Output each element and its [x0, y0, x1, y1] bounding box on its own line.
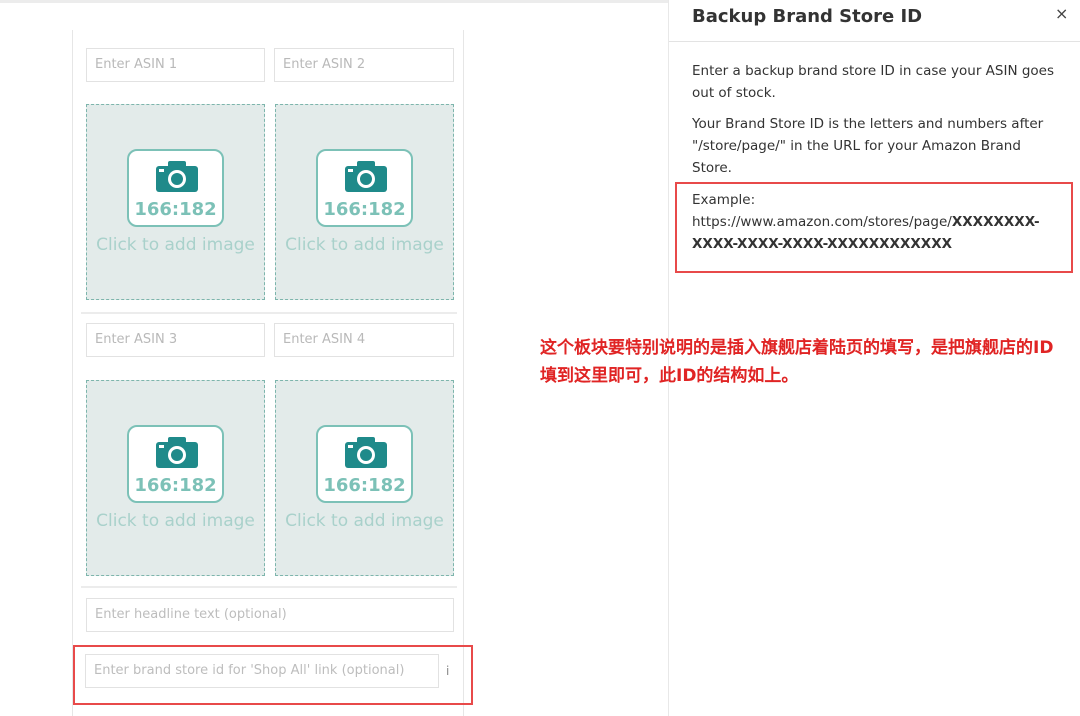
- headline-input[interactable]: Enter headline text (optional): [86, 598, 454, 632]
- panel-intro-text: Enter a backup brand store ID in case yo…: [692, 63, 1055, 101]
- asin-input-3[interactable]: Enter ASIN 3: [86, 323, 265, 357]
- asin-input-2[interactable]: Enter ASIN 2: [274, 48, 454, 82]
- add-image-label: Click to add image: [96, 511, 255, 531]
- camera-icon: [156, 437, 198, 468]
- panel-explain-text: Your Brand Store ID is the letters and n…: [692, 116, 1044, 176]
- add-image-label: Click to add image: [96, 235, 255, 255]
- product-grid-editor: Enter ASIN 1 Enter ASIN 2 166:182 Click …: [72, 30, 473, 716]
- row-divider: [81, 312, 457, 314]
- info-icon[interactable]: ⅰ: [446, 664, 449, 678]
- brand-store-id-input[interactable]: Enter brand store id for 'Shop All' link…: [85, 654, 439, 688]
- image-ratio: 166:182: [134, 475, 217, 496]
- example-url: https://www.amazon.com/stores/page/XXXXX…: [692, 211, 1062, 255]
- panel-title: Backup Brand Store ID: [692, 6, 923, 27]
- example-label: Example:: [692, 192, 756, 208]
- image-upload-tile-2[interactable]: 166:182 Click to add image: [275, 104, 454, 300]
- chinese-annotation: 这个板块要特别说明的是插入旗舰店着陆页的填写，是把旗舰店的ID填到这里即可，此I…: [540, 338, 1054, 386]
- asin-input-4[interactable]: Enter ASIN 4: [274, 323, 454, 357]
- image-upload-tile-1[interactable]: 166:182 Click to add image: [86, 104, 265, 300]
- asin-input-1[interactable]: Enter ASIN 1: [86, 48, 265, 82]
- camera-icon: [345, 437, 387, 468]
- close-icon[interactable]: ×: [1055, 4, 1068, 23]
- camera-icon: [156, 161, 198, 192]
- image-ratio: 166:182: [134, 199, 217, 220]
- image-ratio: 166:182: [323, 475, 406, 496]
- image-ratio: 166:182: [323, 199, 406, 220]
- image-placeholder: 166:182: [316, 149, 413, 227]
- image-placeholder: 166:182: [127, 149, 224, 227]
- row-divider: [81, 586, 457, 588]
- add-image-label: Click to add image: [285, 235, 444, 255]
- example-url-prefix: https://www.amazon.com/stores/page/: [692, 214, 952, 230]
- image-upload-tile-4[interactable]: 166:182 Click to add image: [275, 380, 454, 576]
- camera-icon: [345, 161, 387, 192]
- image-placeholder: 166:182: [127, 425, 224, 503]
- example-block: Example: https://www.amazon.com/stores/p…: [692, 189, 1062, 255]
- image-placeholder: 166:182: [316, 425, 413, 503]
- add-image-label: Click to add image: [285, 511, 444, 531]
- top-divider: [0, 0, 668, 3]
- panel-header: Backup Brand Store ID ×: [669, 0, 1080, 42]
- image-upload-tile-3[interactable]: 166:182 Click to add image: [86, 380, 265, 576]
